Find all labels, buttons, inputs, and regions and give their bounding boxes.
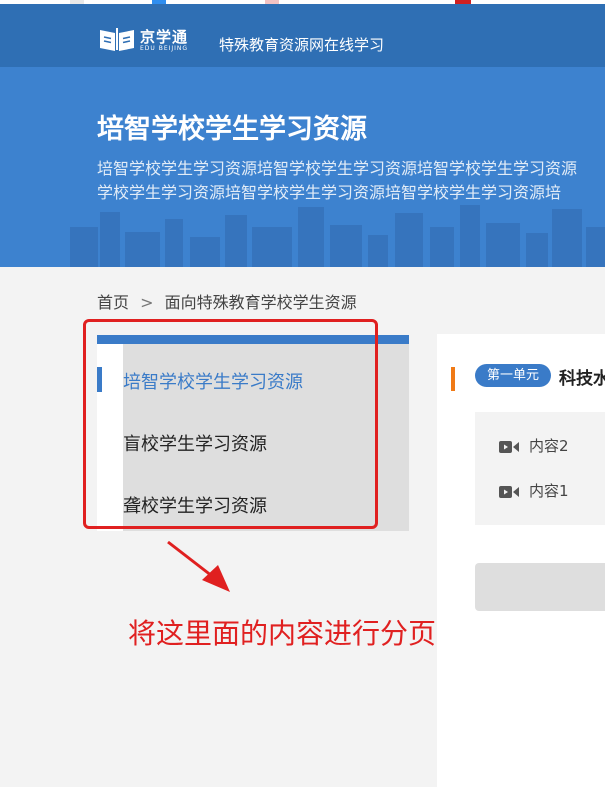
logo-english-text: EDU BEIJING bbox=[140, 45, 189, 52]
breadcrumb-separator: > bbox=[140, 293, 154, 312]
list-item-label: 内容1 bbox=[529, 482, 569, 500]
book-logo-icon bbox=[100, 28, 134, 51]
video-icon bbox=[499, 485, 519, 498]
logo-chinese-text: 京学通 bbox=[140, 28, 189, 46]
site-logo[interactable]: 京学通 EDU BEIJING bbox=[98, 26, 218, 58]
content-placeholder-box bbox=[475, 563, 605, 611]
city-skyline-illustration bbox=[70, 205, 605, 267]
content-list: 内容2 内容1 bbox=[475, 412, 605, 525]
list-item-label: 内容2 bbox=[529, 437, 569, 455]
breadcrumb-current: 面向特殊教育学校学生资源 bbox=[164, 293, 357, 312]
top-nav-bar: 京学通 EDU BEIJING 特殊教育资源网在线学习 bbox=[0, 4, 605, 67]
breadcrumb-home-link[interactable]: 首页 bbox=[97, 293, 129, 312]
unit-title-marker bbox=[451, 367, 455, 391]
page-banner: 培智学校学生学习资源 培智学校学生学习资源培智学校学生学习资源培智学校学生学习资… bbox=[0, 67, 605, 267]
unit-title: 科技水 bbox=[559, 369, 605, 389]
banner-title: 培智学校学生学习资源 bbox=[97, 114, 367, 145]
content-panel: 第一单元 科技水 内容2 内容1 bbox=[437, 334, 605, 787]
unit-badge: 第一单元 bbox=[475, 364, 552, 387]
video-icon bbox=[499, 440, 519, 453]
annotation-arrow-icon bbox=[167, 540, 230, 592]
list-item[interactable]: 内容2 bbox=[499, 435, 569, 456]
banner-description: 培智学校学生学习资源培智学校学生学习资源培智学校学生学习资源 学校学生学习资源培… bbox=[97, 157, 605, 205]
annotation-highlight-box bbox=[83, 319, 378, 529]
banner-description-line: 培智学校学生学习资源培智学校学生学习资源培智学校学生学习资源 bbox=[97, 159, 578, 178]
annotation-text: 将这里面的内容进行分页 bbox=[128, 617, 437, 650]
site-title[interactable]: 特殊教育资源网在线学习 bbox=[219, 34, 384, 55]
list-item[interactable]: 内容1 bbox=[499, 480, 569, 501]
banner-description-line: 学校学生学习资源培智学校学生学习资源培智学校学生学习资源培 bbox=[97, 183, 562, 202]
breadcrumb: 首页 > 面向特殊教育学校学生资源 bbox=[97, 289, 357, 313]
